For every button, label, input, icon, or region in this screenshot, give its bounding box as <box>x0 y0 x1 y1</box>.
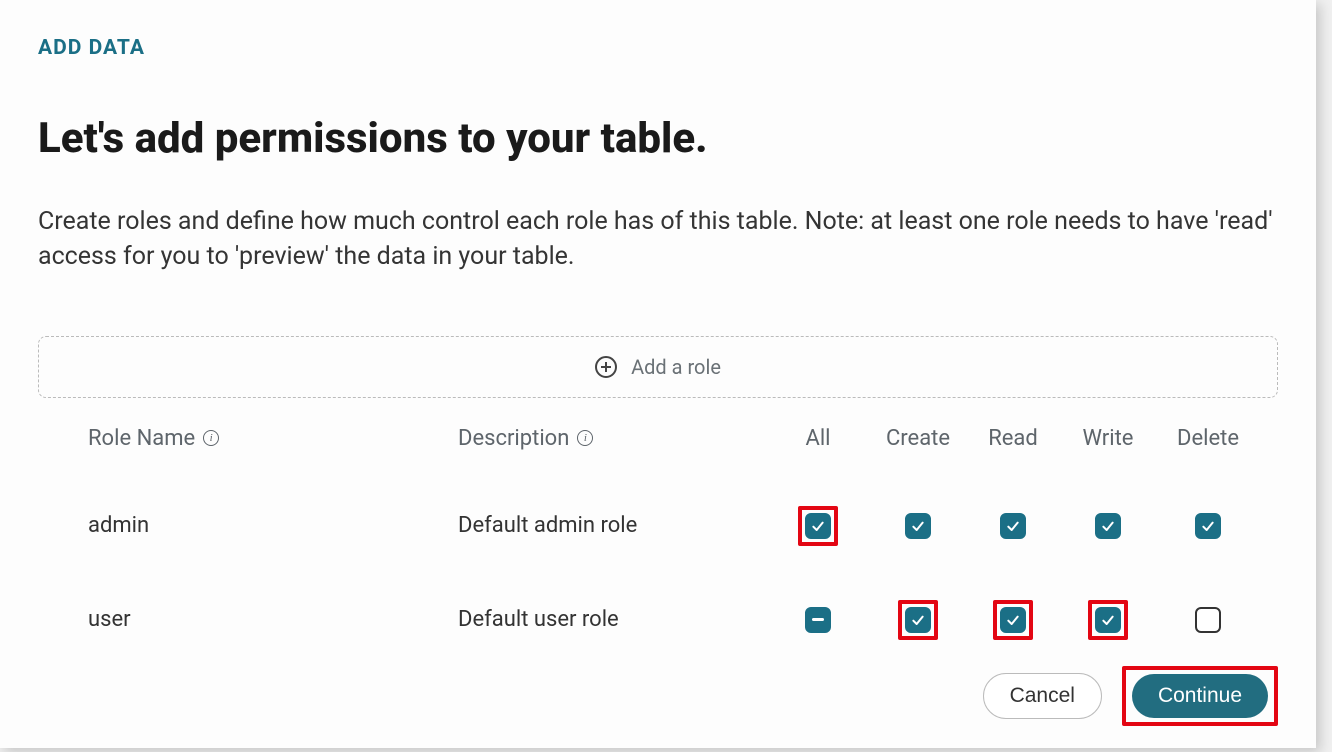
add-role-label: Add a role <box>631 355 721 379</box>
perm-all-cell <box>768 607 868 633</box>
col-all-label: All <box>805 426 830 451</box>
col-delete: Delete <box>1158 426 1258 451</box>
table-header: Role Name Description All Create Read Wr… <box>38 426 1278 479</box>
perm-delete-cell <box>1158 513 1258 539</box>
eyebrow-label: ADD DATA <box>38 36 1278 60</box>
info-icon[interactable] <box>203 430 219 446</box>
info-icon[interactable] <box>577 430 593 446</box>
role-name-cell: admin <box>88 513 458 538</box>
cancel-button[interactable]: Cancel <box>983 673 1102 719</box>
perm-create-checkbox[interactable] <box>905 513 931 539</box>
col-create: Create <box>868 426 968 451</box>
add-role-button[interactable]: Add a role <box>38 336 1278 398</box>
role-description-cell: Default user role <box>458 607 768 632</box>
perm-create-checkbox[interactable] <box>905 607 931 633</box>
page-description: Create roles and define how much control… <box>38 204 1278 274</box>
perm-write-cell <box>1058 600 1158 640</box>
role-description-cell: Default admin role <box>458 513 768 538</box>
col-description-label: Description <box>458 426 569 451</box>
perm-read-cell <box>968 513 1058 539</box>
plus-circle-icon <box>595 356 617 378</box>
permissions-panel: ADD DATA Let's add permissions to your t… <box>0 0 1316 748</box>
perm-write-checkbox[interactable] <box>1095 607 1121 633</box>
continue-button[interactable]: Continue <box>1132 674 1268 718</box>
permissions-table: Role Name Description All Create Read Wr… <box>38 426 1278 667</box>
perm-read-cell <box>968 600 1058 640</box>
table-row: userDefault user role <box>38 573 1278 667</box>
table-row: adminDefault admin role <box>38 479 1278 573</box>
perm-create-cell <box>868 513 968 539</box>
col-write-label: Write <box>1083 426 1134 451</box>
col-create-label: Create <box>886 426 950 451</box>
continue-highlight: Continue <box>1122 666 1278 726</box>
perm-write-cell <box>1058 513 1158 539</box>
col-read-label: Read <box>988 426 1038 451</box>
perm-read-checkbox[interactable] <box>1000 607 1026 633</box>
role-name-cell: user <box>88 607 458 632</box>
perm-delete-checkbox[interactable] <box>1195 513 1221 539</box>
perm-read-checkbox[interactable] <box>1000 513 1026 539</box>
col-delete-label: Delete <box>1177 426 1239 451</box>
highlight-box <box>798 506 838 546</box>
perm-all-checkbox[interactable] <box>805 607 831 633</box>
perm-delete-cell <box>1158 607 1258 633</box>
col-all: All <box>768 426 868 451</box>
perm-write-checkbox[interactable] <box>1095 513 1121 539</box>
perm-create-cell <box>868 600 968 640</box>
col-role-name: Role Name <box>88 426 458 451</box>
perm-all-checkbox[interactable] <box>805 513 831 539</box>
highlight-box <box>993 600 1033 640</box>
col-role-name-label: Role Name <box>88 426 195 451</box>
col-write: Write <box>1058 426 1158 451</box>
highlight-box <box>898 600 938 640</box>
highlight-box <box>1088 600 1128 640</box>
page-title: Let's add permissions to your table. <box>38 114 1278 164</box>
perm-delete-checkbox[interactable] <box>1195 607 1221 633</box>
col-read: Read <box>968 426 1058 451</box>
col-description: Description <box>458 426 768 451</box>
perm-all-cell <box>768 506 868 546</box>
footer-actions: Cancel Continue <box>983 666 1278 726</box>
